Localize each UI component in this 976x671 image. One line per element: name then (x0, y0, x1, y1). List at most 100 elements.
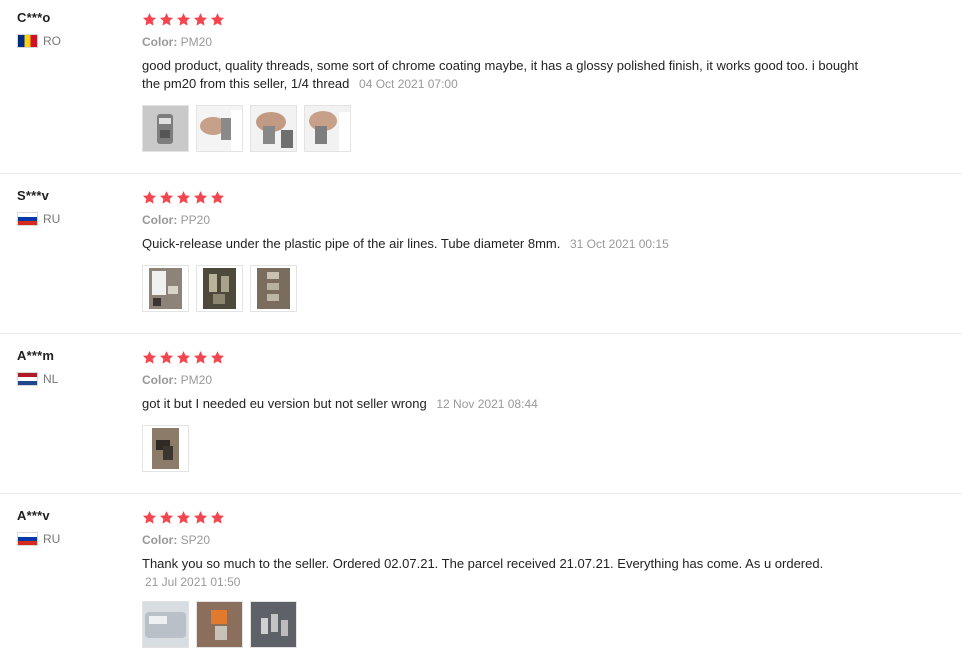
country-code: NL (43, 372, 59, 386)
romania-flag-icon (17, 34, 38, 48)
star-rating (142, 190, 862, 206)
star-icon (142, 191, 157, 204)
reviewer-info: A***v RU (17, 508, 127, 546)
product-photo-icon (143, 426, 188, 471)
color-value: SP20 (180, 533, 211, 547)
russia-flag-icon (17, 532, 38, 546)
reviewer-info: S***v RU (17, 188, 127, 226)
star-icon (142, 511, 157, 524)
star-icon (210, 511, 225, 524)
review-body: Thank you so much to the seller. Ordered… (142, 556, 824, 571)
russia-flag-icon (17, 212, 38, 226)
color-label: Color: (142, 213, 178, 227)
product-photo-icon (197, 106, 242, 151)
review-photo-thumbnail[interactable] (196, 601, 243, 648)
review-photos (142, 425, 862, 472)
review-photos (142, 105, 862, 152)
review-photo-thumbnail[interactable] (250, 601, 297, 648)
product-photo-icon (143, 106, 188, 151)
review-photo-thumbnail[interactable] (196, 105, 243, 152)
review-date: 21 Jul 2021 01:50 (145, 575, 241, 589)
color-label: Color: (142, 533, 178, 547)
review-body: got it but I needed eu version but not s… (142, 396, 427, 411)
country-code: RO (43, 34, 61, 48)
review-content: Color: SP20 Thank you so much to the sel… (142, 508, 862, 648)
review-photos (142, 601, 862, 648)
star-icon (159, 13, 174, 26)
star-icon (193, 511, 208, 524)
review-text: Thank you so much to the seller. Ordered… (142, 555, 862, 591)
review-date: 04 Oct 2021 07:00 (359, 77, 458, 91)
star-icon (176, 13, 191, 26)
color-value: PM20 (180, 35, 213, 49)
color-label: Color: (142, 35, 178, 49)
product-photo-icon (251, 106, 296, 151)
review-photo-thumbnail[interactable] (142, 601, 189, 648)
review-content: Color: PM20 good product, quality thread… (142, 10, 862, 152)
reviewer-name: A***v (17, 508, 50, 523)
star-rating (142, 12, 862, 28)
review-item: A***v RU Color: SP20 Thank you so much t… (0, 498, 962, 671)
reviewer-name: S***v (17, 188, 50, 203)
color-label: Color: (142, 373, 178, 387)
color-value: PP20 (180, 213, 211, 227)
review-photos (142, 265, 862, 312)
product-photo-icon (197, 602, 242, 647)
review-photo-thumbnail[interactable] (142, 425, 189, 472)
star-icon (142, 351, 157, 364)
star-icon (142, 13, 157, 26)
review-text: got it but I needed eu version but not s… (142, 395, 862, 413)
review-photo-thumbnail[interactable] (142, 105, 189, 152)
review-photo-thumbnail[interactable] (304, 105, 351, 152)
reviewer-country: RU (17, 212, 127, 226)
review-date: 31 Oct 2021 00:15 (570, 237, 669, 251)
star-icon (210, 13, 225, 26)
color-variant: Color: PP20 (142, 213, 862, 227)
star-icon (176, 191, 191, 204)
product-photo-icon (251, 266, 296, 311)
star-icon (159, 511, 174, 524)
reviewer-info: C***o RO (17, 10, 127, 48)
country-code: RU (43, 532, 61, 546)
star-icon (210, 351, 225, 364)
review-photo-thumbnail[interactable] (250, 105, 297, 152)
reviewer-info: A***m NL (17, 348, 127, 386)
star-icon (193, 191, 208, 204)
review-item: S***v RU Color: PP20 Quick-release under… (0, 178, 962, 334)
review-date: 12 Nov 2021 08:44 (436, 397, 538, 411)
reviewer-country: NL (17, 372, 127, 386)
product-photo-icon (305, 106, 350, 151)
product-photo-icon (197, 266, 242, 311)
star-icon (159, 351, 174, 364)
review-photo-thumbnail[interactable] (250, 265, 297, 312)
color-variant: Color: PM20 (142, 373, 862, 387)
product-photo-icon (143, 266, 188, 311)
review-content: Color: PP20 Quick-release under the plas… (142, 188, 862, 312)
review-body: good product, quality threads, some sort… (142, 58, 859, 91)
color-variant: Color: PM20 (142, 35, 862, 49)
review-content: Color: PM20 got it but I needed eu versi… (142, 348, 862, 472)
product-photo-icon (251, 602, 296, 647)
star-icon (193, 13, 208, 26)
star-icon (159, 191, 174, 204)
star-icon (193, 351, 208, 364)
reviewer-country: RO (17, 34, 127, 48)
review-body: Quick-release under the plastic pipe of … (142, 236, 561, 251)
star-rating (142, 510, 862, 526)
review-item: A***m NL Color: PM20 got it but I needed… (0, 338, 962, 494)
star-icon (176, 351, 191, 364)
color-value: PM20 (180, 373, 213, 387)
review-photo-thumbnail[interactable] (142, 265, 189, 312)
country-code: RU (43, 212, 61, 226)
star-icon (176, 511, 191, 524)
review-text: Quick-release under the plastic pipe of … (142, 235, 862, 253)
review-photo-thumbnail[interactable] (196, 265, 243, 312)
netherlands-flag-icon (17, 372, 38, 386)
star-rating (142, 350, 862, 366)
product-photo-icon (143, 602, 188, 647)
review-item: C***o RO Color: PM20 good product, quali… (0, 0, 962, 174)
reviewer-name: A***m (17, 348, 55, 363)
star-icon (210, 191, 225, 204)
reviewer-name: C***o (17, 10, 51, 25)
reviewer-country: RU (17, 532, 127, 546)
